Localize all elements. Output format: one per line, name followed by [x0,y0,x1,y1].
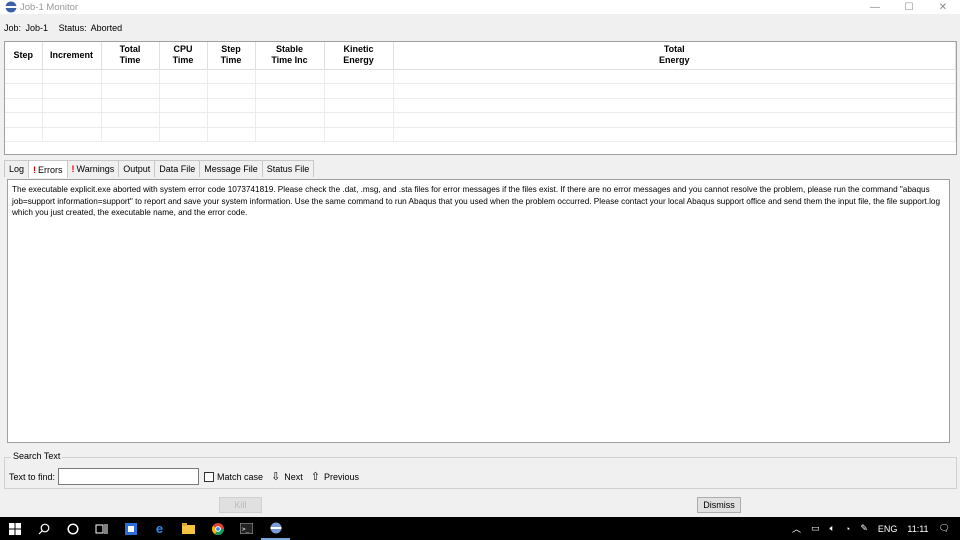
tab-errors[interactable]: ! Errors [28,160,68,178]
tab-log[interactable]: Log [4,160,30,177]
taskbar: e >_ ︿ ▭ 🔈︎ ◔ ✎ ENG 11:11 🗨︎ [0,517,960,540]
tab-message-file[interactable]: Message File [199,160,263,177]
search-icon[interactable] [29,517,58,540]
table-row[interactable] [5,69,956,84]
status-label: Status: [58,23,87,33]
arrow-up-icon: ⇧ [310,471,321,483]
search-text-group: Search Text Text to find: Match case ⇩ N… [4,451,957,489]
find-input[interactable] [58,468,200,485]
table-row[interactable] [5,98,956,113]
pen-icon[interactable]: ✎ [860,523,868,534]
tab-warnings[interactable]: ! Warnings [66,160,120,177]
column-header[interactable]: Stable Time Inc [255,42,325,70]
column-header[interactable]: CPU Time [159,42,208,70]
status-value: Aborted [90,23,123,33]
window-title: Job-1 Monitor [20,1,79,13]
abaqus-app-icon [5,1,17,13]
table-row[interactable] [5,127,956,142]
table-row[interactable] [5,83,956,99]
previous-button[interactable]: ⇧ Previous [311,470,359,483]
column-header[interactable]: Step [5,42,43,70]
system-tray: ︿ ▭ 🔈︎ ◔ ✎ ENG 11:11 🗨︎ [787,517,960,540]
terminal-icon[interactable]: >_ [232,517,261,540]
wifi-icon[interactable]: ◔ [845,524,850,534]
svg-text:>_: >_ [242,526,250,533]
arrow-down-icon: ⇩ [271,471,281,483]
warning-mark-icon: ! [71,164,75,174]
tab-status-file[interactable]: Status File [261,160,315,177]
find-label: Text to find: [9,471,56,482]
battery-icon[interactable]: ▭ [811,523,820,534]
error-message-text[interactable]: The executable explicit.exe aborted with… [7,179,950,443]
title-bar: Job-1 Monitor — ☐ ✕ [0,0,960,14]
language-indicator[interactable]: ENG [878,524,898,534]
job-value: Job-1 [25,23,49,33]
edge-browser-icon[interactable]: e [145,517,174,540]
windows-start-icon[interactable] [0,517,29,540]
match-case-checkbox[interactable] [204,471,215,482]
output-tabs: Log ! Errors ! Warnings Output Data File M… [4,160,315,178]
error-mark-icon: ! [33,164,37,175]
task-view-icon[interactable] [87,517,116,540]
job-status-line: Job: Job-1 Status: Aborted [4,23,124,33]
match-case-label[interactable]: Match case [217,472,263,482]
volume-icon[interactable]: 🔈︎ [829,523,834,534]
dismiss-button[interactable]: Dismiss [697,497,741,513]
chevron-up-icon[interactable]: ︿ [792,522,801,535]
clock[interactable]: 11:11 [907,524,928,534]
search-group-title: Search Text [11,451,63,461]
chrome-icon[interactable] [203,517,232,540]
column-header[interactable]: Total Time [101,42,160,70]
column-header[interactable]: Kinetic Energy [324,42,394,70]
window-controls: — ☐ ✕ [858,0,960,14]
next-button[interactable]: ⇩ Next [271,470,303,483]
kill-button[interactable]: Kill [219,497,262,513]
cortana-icon[interactable] [58,517,87,540]
table-header-row: Step Increment Total Time CPU Time Step Tim… [5,42,956,70]
column-header[interactable]: Total Energy [393,42,956,70]
job-label: Job: [4,23,22,33]
progress-table[interactable]: Step Increment Total Time CPU Time Step Tim… [4,41,957,155]
table-row[interactable] [5,112,956,128]
abaqus-taskbar-icon[interactable] [261,517,290,540]
column-header[interactable]: Step Time [207,42,256,70]
tab-data-file[interactable]: Data File [154,160,201,177]
minimize-button[interactable]: — [858,0,892,14]
file-explorer-icon[interactable] [174,517,203,540]
maximize-button[interactable]: ☐ [892,0,926,14]
close-button[interactable]: ✕ [926,0,960,14]
store-app-icon[interactable] [116,517,145,540]
column-header[interactable]: Increment [42,42,102,70]
notifications-icon[interactable]: 🗨︎ [939,523,950,534]
tab-output[interactable]: Output [118,160,156,177]
